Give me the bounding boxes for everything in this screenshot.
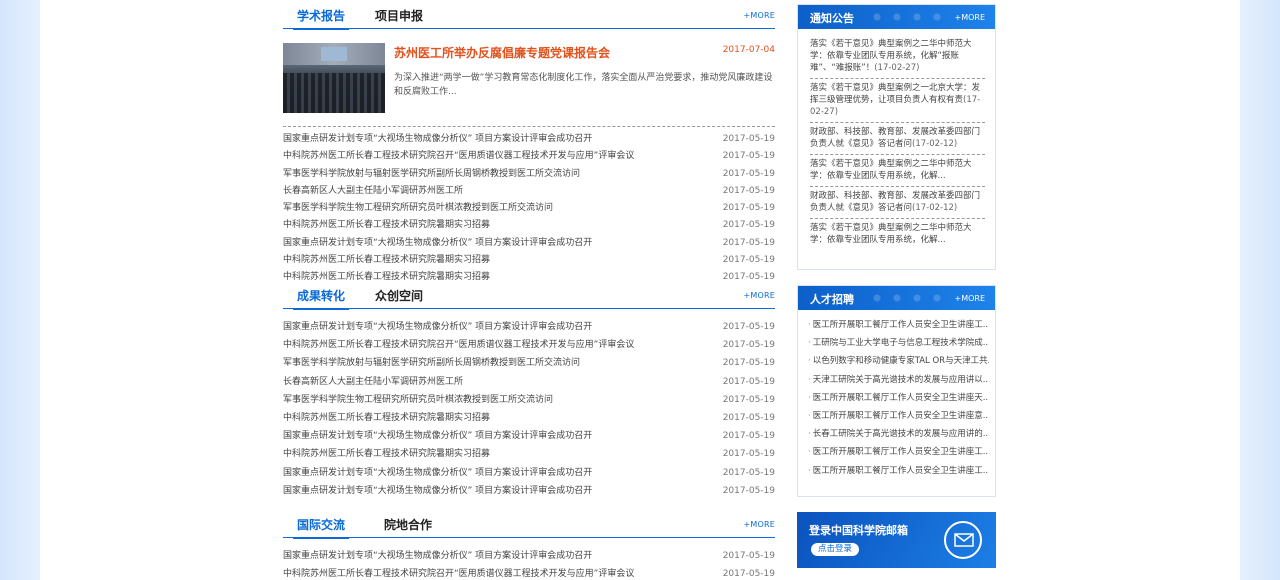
page-container: 学术报告 项目申报 +MORE 苏州医工所举办反腐倡廉专题党课报告会 2017-… bbox=[40, 0, 1240, 580]
section-international: 国际交流 院地合作 +MORE 国家重点研发计划专项“大视场生物成像分析仪” 项… bbox=[283, 509, 775, 580]
list-item[interactable]: 国家重点研发计划专项“大视场生物成像分析仪” 项目方案设计评审会成功召开 2017… bbox=[283, 464, 775, 482]
notice-more-link[interactable]: +MORE bbox=[954, 13, 985, 22]
list-item[interactable]: 医工所开展职工餐厅工作人员安全卫生讲座工... bbox=[808, 316, 989, 334]
list-item[interactable]: 医工所开展职工餐厅工作人员安全卫生讲座工... bbox=[808, 462, 989, 480]
article-list: 国家重点研发计划专项“大视场生物成像分析仪” 项目方案设计评审会成功召开 2017… bbox=[283, 318, 775, 500]
section-header: 成果转化 众创空间 +MORE bbox=[283, 280, 775, 310]
notice-item[interactable]: 财政部、科技部、教育部、发展改革委四部门负责人就《意见》答记者问(17-02-1… bbox=[810, 123, 985, 155]
list-item[interactable]: 中科院苏州医工所长春工程技术研究院暑期实习招募 2017-05-19 bbox=[283, 252, 775, 269]
list-item[interactable]: 中科院苏州医工所长春工程技术研究院暑期实习招募 2017-05-19 bbox=[283, 217, 775, 234]
list-item[interactable]: 工研院与工业大学电子与信息工程技术学院成... bbox=[808, 334, 989, 352]
tab-academic-report[interactable]: 学术报告 bbox=[292, 8, 350, 30]
jobs-header: 人才招聘 +MORE bbox=[798, 286, 995, 310]
list-item[interactable]: 以色列数字和移动健康专家TAL OR与天津工共... bbox=[808, 352, 989, 370]
article-list: 国家重点研发计划专项“大视场生物成像分析仪” 项目方案设计评审会成功召开 2017… bbox=[283, 547, 775, 580]
jobs-box: 人才招聘 +MORE 医工所开展职工餐厅工作人员安全卫生讲座工... 工研院与工… bbox=[797, 285, 996, 497]
list-item[interactable]: 军事医学科学院放射与辐射医学研究所副所长周钢桥教授到医工所交流访问 2017-05… bbox=[283, 166, 775, 183]
notice-header: 通知公告 +MORE bbox=[798, 5, 995, 29]
notice-title: 通知公告 bbox=[810, 12, 854, 25]
featured-image[interactable] bbox=[283, 43, 385, 113]
list-item[interactable]: 国家重点研发计划专项“大视场生物成像分析仪” 项目方案设计评审会成功召开 2017… bbox=[283, 427, 775, 445]
more-link[interactable]: +MORE bbox=[743, 11, 775, 20]
list-item[interactable]: 医工所开展职工餐厅工作人员安全卫生讲座工... bbox=[808, 443, 989, 461]
list-item[interactable]: 中科院苏州医工所长春工程技术研究院召开“医用质谱仪器工程技术开发与应用”评审会议… bbox=[283, 336, 775, 354]
section-academic: 学术报告 项目申报 +MORE 苏州医工所举办反腐倡廉专题党课报告会 2017-… bbox=[283, 0, 775, 287]
list-item[interactable]: 长春高新区人大副主任陆小军调研苏州医工所 2017-05-19 bbox=[283, 373, 775, 391]
list-item[interactable]: 医工所开展职工餐厅工作人员安全卫生讲座天... bbox=[808, 389, 989, 407]
section-header: 国际交流 院地合作 +MORE bbox=[283, 509, 775, 539]
list-item[interactable]: 中科院苏州医工所长春工程技术研究院暑期实习招募 2017-05-19 bbox=[283, 409, 775, 427]
list-item[interactable]: 天津工研院关于高光谱技术的发展与应用讲以... bbox=[808, 371, 989, 389]
more-link[interactable]: +MORE bbox=[743, 520, 775, 529]
list-item[interactable]: 中科院苏州医工所长春工程技术研究院召开“医用质谱仪器工程技术开发与应用”评审会议… bbox=[283, 148, 775, 165]
featured-title[interactable]: 苏州医工所举办反腐倡廉专题党课报告会 bbox=[394, 44, 610, 61]
list-item[interactable]: 国家重点研发计划专项“大视场生物成像分析仪” 项目方案设计评审会成功召开 2017… bbox=[283, 547, 775, 565]
tab-international-exchange[interactable]: 国际交流 bbox=[292, 517, 350, 539]
mail-login-button[interactable]: 点击登录 bbox=[811, 543, 860, 556]
article-list: 国家重点研发计划专项“大视场生物成像分析仪” 项目方案设计评审会成功召开 2017… bbox=[283, 131, 775, 287]
list-item[interactable]: 军事医学科学院放射与辐射医学研究所副所长周钢桥教授到医工所交流访问 2017-05… bbox=[283, 354, 775, 372]
list-item[interactable]: 国家重点研发计划专项“大视场生物成像分析仪” 项目方案设计评审会成功召开 2017… bbox=[283, 482, 775, 500]
list-item[interactable]: 国家重点研发计划专项“大视场生物成像分析仪” 项目方案设计评审会成功召开 2017… bbox=[283, 318, 775, 336]
featured-date: 2017-07-04 bbox=[722, 45, 775, 55]
mail-title: 登录中国科学院邮箱 bbox=[809, 524, 908, 537]
jobs-more-link[interactable]: +MORE bbox=[954, 294, 985, 303]
notice-item[interactable]: 落实《若干意见》典型案例之二华中师范大学：依靠专业团队专用系统，化解“报账难”、… bbox=[810, 35, 985, 79]
notice-item[interactable]: 落实《若干意见》典型案例之一北京大学：发挥三级管理优势，让项目负责人有权有责(1… bbox=[810, 79, 985, 123]
tab-achievement-transfer[interactable]: 成果转化 bbox=[292, 288, 350, 310]
notice-item[interactable]: 落实《若干意见》典型案例之二华中师范大学：依靠专业团队专用系统，化解... bbox=[810, 219, 985, 250]
list-item[interactable]: 医工所开展职工餐厅工作人员安全卫生讲座意... bbox=[808, 407, 989, 425]
mail-login-banner[interactable]: 登录中国科学院邮箱 点击登录 bbox=[797, 512, 996, 568]
list-item[interactable]: 中科院苏州医工所长春工程技术研究院暑期实习招募 2017-05-19 bbox=[283, 445, 775, 463]
list-item[interactable]: 长春工研院关于高光谱技术的发展与应用讲的... bbox=[808, 425, 989, 443]
section-achievements: 成果转化 众创空间 +MORE 国家重点研发计划专项“大视场生物成像分析仪” 项… bbox=[283, 280, 775, 500]
envelope-icon bbox=[944, 521, 982, 559]
list-item[interactable]: 国家重点研发计划专项“大视场生物成像分析仪” 项目方案设计评审会成功召开 2017… bbox=[283, 235, 775, 252]
notice-item[interactable]: 落实《若干意见》典型案例之二华中师范大学：依靠专业团队专用系统，化解... bbox=[810, 155, 985, 187]
tab-project-application[interactable]: 项目申报 bbox=[375, 8, 423, 24]
list-item[interactable]: 军事医学科学院生物工程研究所研究员叶棋浓教授到医工所交流访问 2017-05-19 bbox=[283, 391, 775, 409]
section-header: 学术报告 项目申报 +MORE bbox=[283, 0, 775, 30]
featured-article[interactable]: 苏州医工所举办反腐倡廉专题党课报告会 2017-07-04 为深入推进“两学一做… bbox=[283, 43, 775, 127]
notice-list: 落实《若干意见》典型案例之二华中师范大学：依靠专业团队专用系统，化解“报账难”、… bbox=[798, 29, 995, 250]
tab-maker-space[interactable]: 众创空间 bbox=[375, 288, 423, 304]
list-item[interactable]: 中科院苏州医工所长春工程技术研究院召开“医用质谱仪器工程技术开发与应用”评审会议… bbox=[283, 565, 775, 580]
jobs-list: 医工所开展职工餐厅工作人员安全卫生讲座工... 工研院与工业大学电子与信息工程技… bbox=[798, 310, 995, 480]
tab-local-cooperation[interactable]: 院地合作 bbox=[384, 517, 432, 533]
list-item[interactable]: 长春高新区人大副主任陆小军调研苏州医工所 2017-05-19 bbox=[283, 183, 775, 200]
list-item[interactable]: 军事医学科学院生物工程研究所研究员叶棋浓教授到医工所交流访问 2017-05-19 bbox=[283, 200, 775, 217]
jobs-title: 人才招聘 bbox=[810, 293, 854, 306]
list-item[interactable]: 国家重点研发计划专项“大视场生物成像分析仪” 项目方案设计评审会成功召开 2017… bbox=[283, 131, 775, 148]
more-link[interactable]: +MORE bbox=[743, 291, 775, 300]
notice-box: 通知公告 +MORE 落实《若干意见》典型案例之二华中师范大学：依靠专业团队专用… bbox=[797, 4, 996, 270]
featured-desc: 为深入推进“两学一做”学习教育常态化制度化工作，落实全面从严治党要求，推动党风廉… bbox=[394, 73, 773, 97]
notice-item[interactable]: 财政部、科技部、教育部、发展改革委四部门负责人就《意见》答记者问(17-02-1… bbox=[810, 187, 985, 219]
